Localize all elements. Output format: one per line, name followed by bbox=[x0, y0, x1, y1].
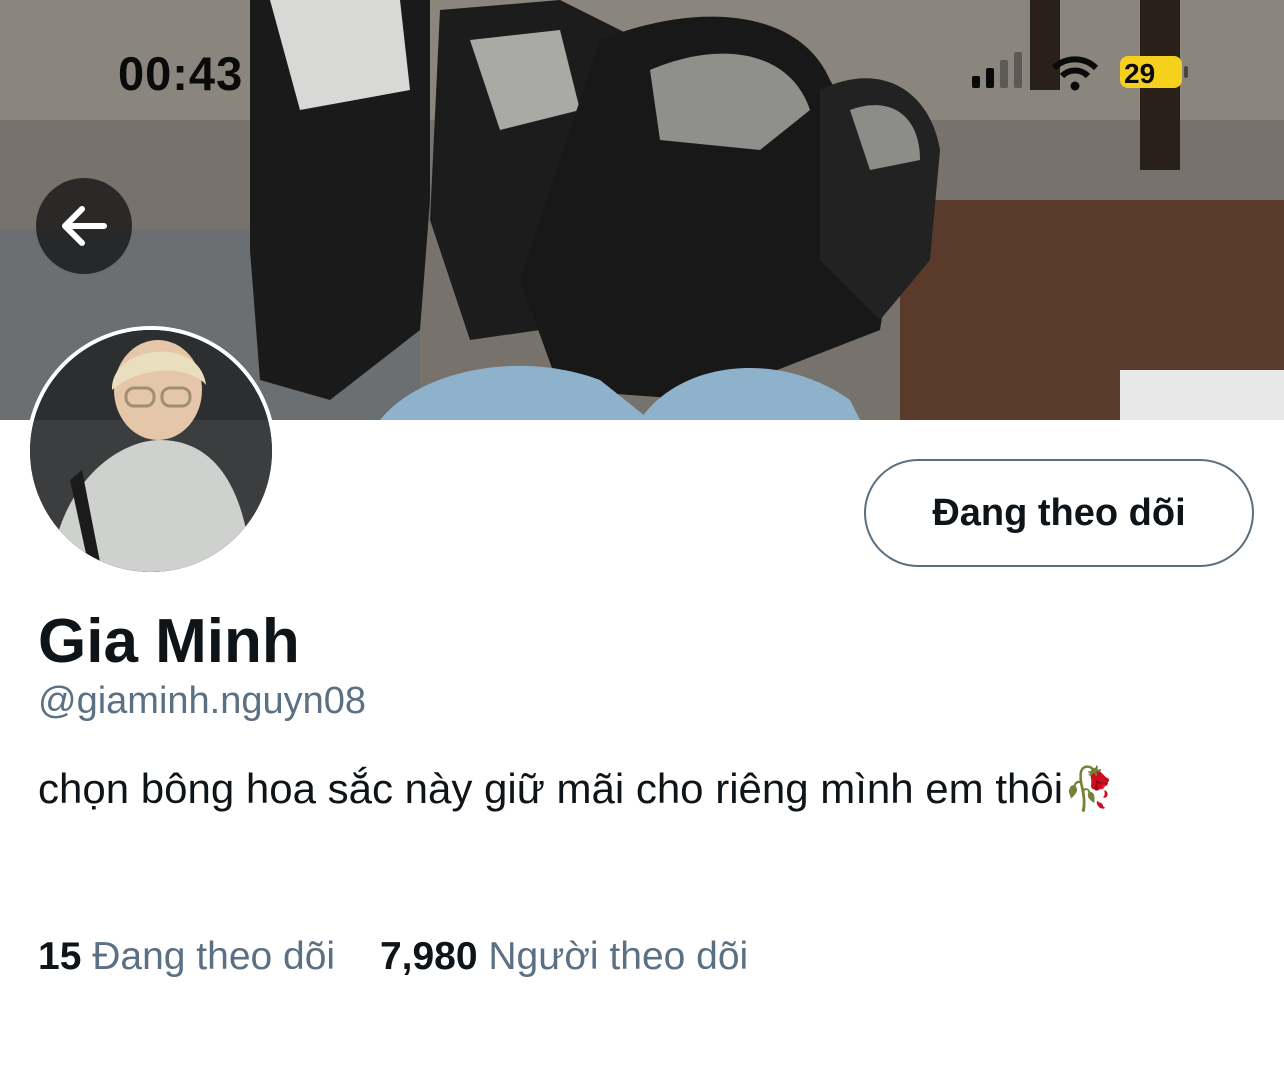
followers-label: Người theo dõi bbox=[488, 935, 749, 978]
battery-level: 29 bbox=[1124, 58, 1156, 89]
profile-display-name: Gia Minh bbox=[38, 607, 300, 676]
following-count: 15 bbox=[38, 935, 82, 978]
followers-count: 7,980 bbox=[379, 935, 478, 978]
following-label: Đang theo dõi bbox=[92, 935, 336, 978]
following-button[interactable]: Đang theo dõi bbox=[864, 459, 1254, 567]
profile-stats: 15 Đang theo dõi 7,980 Người theo dõi bbox=[38, 935, 782, 979]
wifi-icon bbox=[1051, 56, 1099, 91]
followers-stat-link[interactable]: 7,980 Người theo dõi bbox=[380, 935, 748, 978]
status-bar-icons bbox=[970, 52, 1200, 92]
profile-avatar[interactable] bbox=[26, 326, 276, 576]
profile-bio: chọn bông hoa sắc này giữ mãi cho riêng … bbox=[38, 765, 1116, 812]
profile-handle: @giaminh.nguyn08 bbox=[38, 680, 367, 722]
back-button[interactable] bbox=[36, 178, 132, 274]
arrow-left-icon bbox=[62, 206, 107, 246]
avatar-photo bbox=[30, 330, 272, 572]
cellular-signal-icon bbox=[972, 52, 1022, 88]
following-stat-link[interactable]: 15 Đang theo dõi bbox=[38, 935, 335, 978]
status-bar-time: 00:43 bbox=[118, 47, 244, 100]
